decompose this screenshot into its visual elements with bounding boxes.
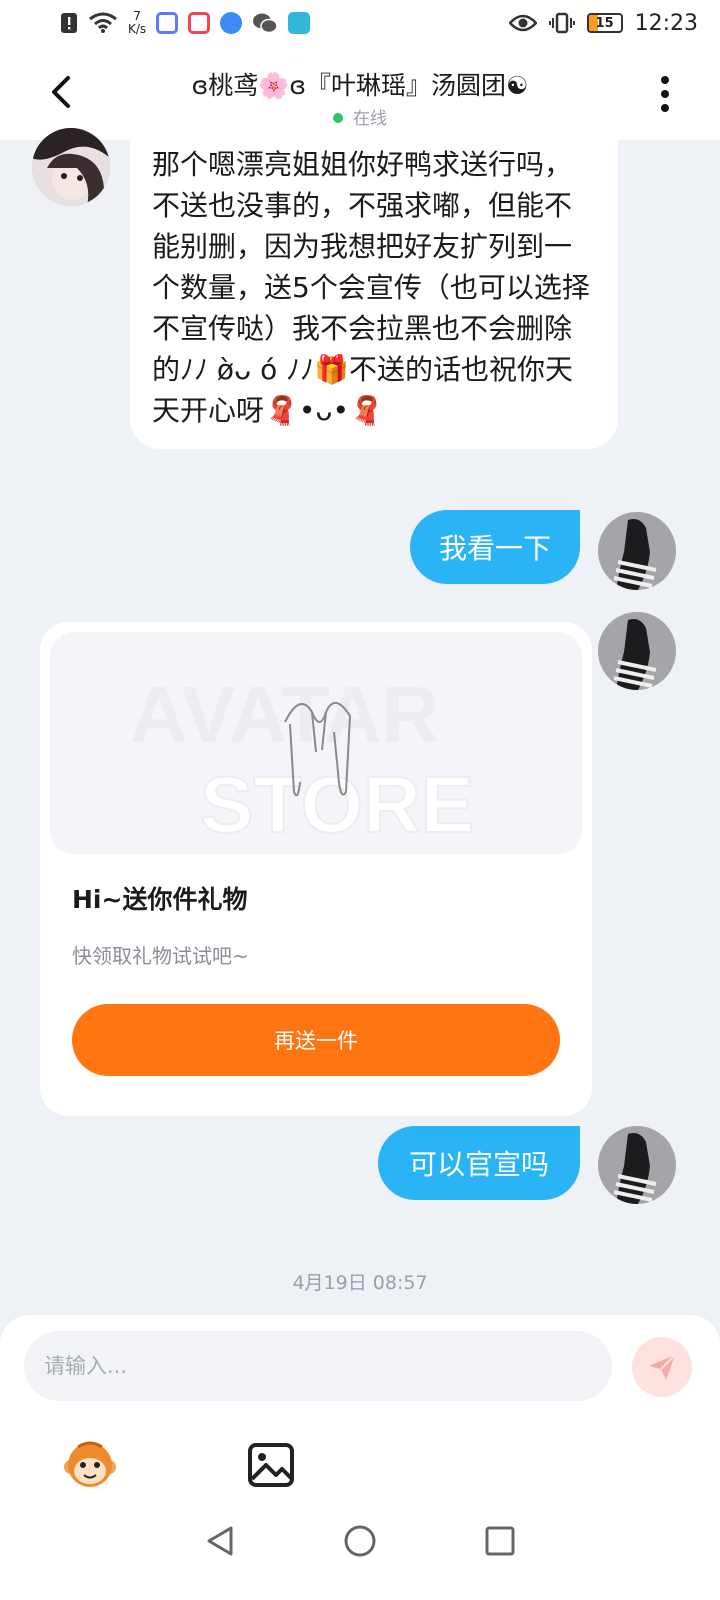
app-book-icon	[188, 12, 211, 34]
clock: 12:23	[634, 10, 698, 36]
incoming-message-text: 那个嗯漂亮姐姐你好鸭求送行吗，不送也没事的，不强求嘟，但能不能别删，因为我想把好…	[152, 148, 590, 427]
my-avatar[interactable]	[598, 612, 676, 690]
square-recents-icon	[485, 1526, 515, 1555]
eye-icon	[508, 13, 537, 33]
outgoing-message-bubble[interactable]: 可以官宣吗	[378, 1126, 580, 1200]
gift-card-subtitle: 快领取礼物试试吧~	[72, 944, 249, 968]
net-speed: 7 K/s	[128, 10, 146, 36]
app-browser-icon	[220, 12, 243, 34]
image-picker-button[interactable]	[246, 1439, 298, 1491]
outgoing-message-bubble[interactable]: 我看一下	[410, 510, 580, 584]
send-button[interactable]	[632, 1337, 692, 1397]
status-right: 15 12:23	[508, 10, 698, 36]
gift-image: AVATAR STORE	[50, 632, 582, 854]
battery-level: 15	[595, 15, 614, 31]
incoming-message-bubble[interactable]: 那个嗯漂亮姐姐你好鸭求送行吗，不送也没事的，不强求嘟，但能不能别删，因为我想把好…	[130, 140, 618, 449]
outgoing-message-text: 我看一下	[438, 532, 551, 565]
watermark-logo-text: AVATAR	[130, 670, 440, 759]
my-avatar[interactable]	[598, 1126, 676, 1204]
message-input[interactable]	[24, 1331, 612, 1401]
status-bar: 7 K/s 15 12:23	[0, 0, 720, 46]
wifi-icon	[88, 12, 118, 34]
chat-title: ɞ桃鸢🌸ɞ『叶琳瑶』汤圆团☯	[191, 71, 529, 100]
contact-avatar[interactable]	[32, 128, 110, 206]
more-options-button[interactable]	[656, 74, 674, 114]
send-icon	[649, 1354, 676, 1380]
nav-home-button[interactable]	[343, 1524, 377, 1562]
app-widget-icon	[156, 12, 179, 34]
image-icon	[248, 1443, 294, 1487]
wechat-icon	[252, 12, 278, 34]
circle-home-icon	[344, 1525, 376, 1556]
nav-recents-button[interactable]	[483, 1524, 517, 1562]
triangle-back-icon	[207, 1526, 233, 1555]
nav-back-button[interactable]	[203, 1524, 237, 1562]
message-timestamp: 4月19日 08:57	[292, 1272, 428, 1294]
watermark-logo-text: STORE	[200, 760, 474, 849]
outgoing-message-text: 可以官宣吗	[408, 1148, 549, 1181]
net-speed-unit: K/s	[128, 22, 147, 36]
more-vertical-icon	[661, 76, 669, 112]
gift-card-title: Hi~送你件礼物	[72, 885, 248, 914]
my-avatar[interactable]	[598, 512, 676, 590]
chat-area[interactable]: 那个嗯漂亮姐姐你好鸭求送行吗，不送也没事的，不强求嘟，但能不能别删，因为我想把好…	[0, 128, 720, 1315]
battery-indicator: 15	[586, 13, 623, 33]
net-speed-value: 7	[133, 9, 141, 23]
gift-card[interactable]: AVATAR STORE Hi~送你件礼物 快领取礼物试试吧~ 再送一件	[40, 622, 592, 1116]
system-nav-bar	[0, 1485, 720, 1600]
chat-header: ɞ桃鸢🌸ɞ『叶琳瑶』汤圆团☯ 在线	[0, 46, 720, 140]
app-reader-icon	[288, 12, 311, 34]
online-dot	[333, 113, 343, 123]
status-left: 7 K/s	[60, 10, 311, 36]
online-status-label: 在线	[353, 109, 387, 129]
vibrate-icon	[548, 12, 575, 34]
online-status: 在线	[0, 104, 720, 129]
send-another-gift-button[interactable]: 再送一件	[72, 1004, 560, 1076]
notification-alert-icon	[60, 12, 78, 34]
